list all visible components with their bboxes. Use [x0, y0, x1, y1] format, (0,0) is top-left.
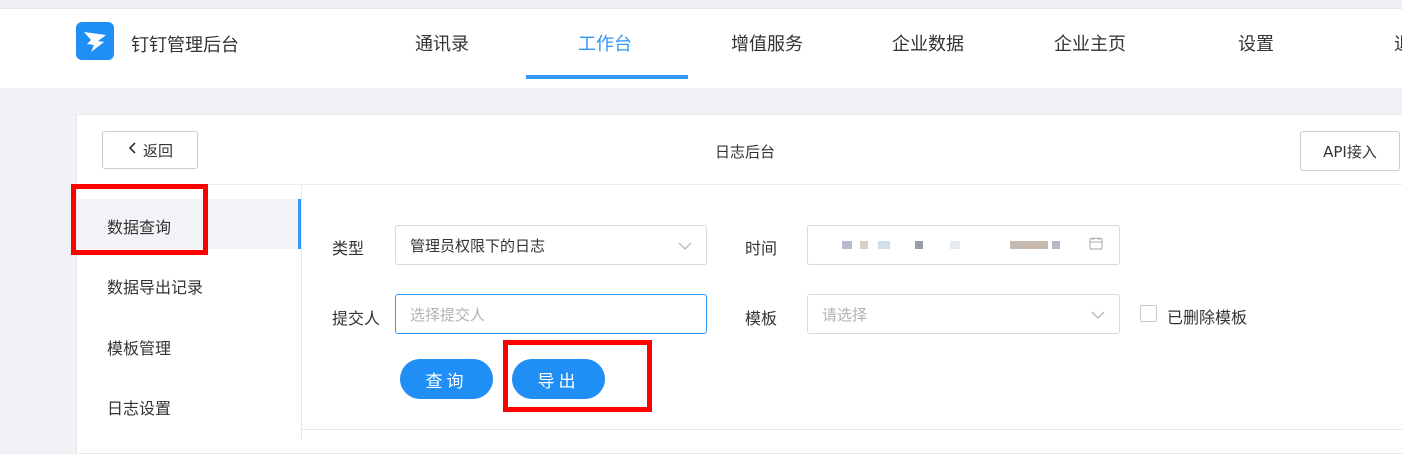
submitter-placeholder: 选择提交人 — [410, 305, 486, 324]
blurred-date-end — [1052, 241, 1060, 249]
sidebar-item-log-settings[interactable]: 日志设置 — [107, 395, 171, 419]
query-button[interactable]: 查询 — [400, 359, 493, 399]
content-bottom-divider — [302, 429, 1402, 430]
blurred-date-start — [842, 241, 852, 249]
page-title: 日志后台 — [715, 143, 776, 161]
dingtalk-logo-icon[interactable] — [76, 22, 114, 60]
template-select[interactable]: 请选择 — [807, 294, 1120, 334]
blurred-date-start — [915, 241, 923, 249]
nav-settings[interactable]: 设置 — [1238, 30, 1274, 56]
highlight-box-data-query — [71, 184, 208, 255]
nav-active-indicator — [526, 75, 688, 79]
back-button-label: 返回 — [142, 141, 173, 160]
type-label: 类型 — [332, 239, 365, 258]
calendar-icon — [1089, 236, 1103, 254]
nav-value-added-services[interactable]: 增值服务 — [731, 30, 803, 56]
type-select[interactable]: 管理员权限下的日志 — [395, 225, 707, 265]
template-label: 模板 — [745, 309, 778, 328]
blurred-date-end — [1010, 241, 1048, 249]
chevron-down-icon — [1091, 305, 1105, 323]
nav-logout[interactable]: 退 — [1394, 30, 1402, 56]
template-placeholder: 请选择 — [822, 305, 868, 324]
deleted-templates-label: 已删除模板 — [1167, 308, 1248, 327]
deleted-templates-checkbox[interactable] — [1140, 305, 1157, 322]
sidebar-item-export-records[interactable]: 数据导出记录 — [107, 274, 203, 298]
nav-workbench[interactable]: 工作台 — [578, 30, 632, 56]
browser-top-strip — [0, 0, 1402, 9]
nav-enterprise-data[interactable]: 企业数据 — [892, 30, 964, 56]
time-range-picker[interactable] — [807, 225, 1120, 265]
blurred-date-start — [860, 241, 868, 249]
brand-title: 钉钉管理后台 — [131, 35, 239, 56]
chevron-left-icon — [127, 141, 139, 159]
nav-enterprise-homepage[interactable]: 企业主页 — [1054, 30, 1126, 56]
nav-contacts[interactable]: 通讯录 — [415, 30, 469, 56]
type-select-value: 管理员权限下的日志 — [410, 236, 546, 255]
submitter-label: 提交人 — [332, 309, 381, 328]
sidebar-active-indicator — [298, 199, 301, 249]
back-button[interactable]: 返回 — [102, 131, 198, 169]
submitter-input[interactable]: 选择提交人 — [395, 294, 707, 334]
time-label: 时间 — [745, 239, 778, 258]
chevron-down-icon — [678, 236, 692, 254]
blurred-date-start — [878, 241, 890, 249]
highlight-box-export — [503, 340, 652, 412]
blurred-date-end — [950, 241, 960, 249]
api-access-button[interactable]: API接入 — [1300, 131, 1400, 171]
sidebar-item-template-management[interactable]: 模板管理 — [107, 335, 171, 359]
